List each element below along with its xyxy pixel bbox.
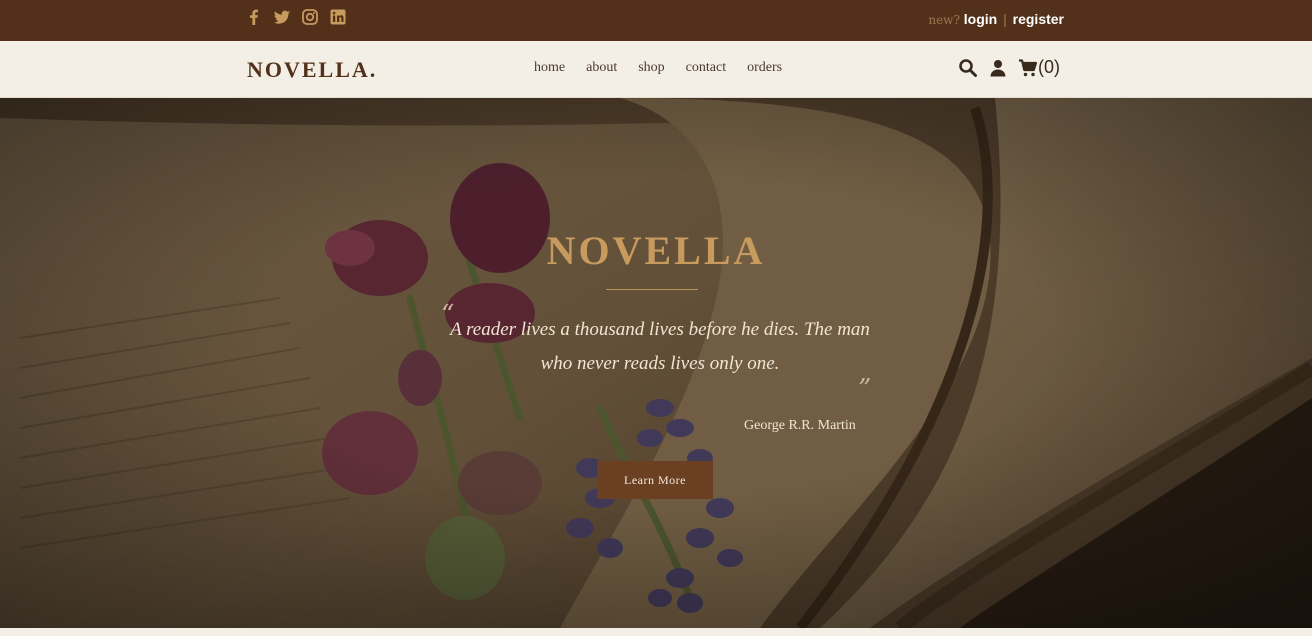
- cart-count: (0): [1038, 57, 1060, 77]
- instagram-icon[interactable]: [301, 8, 319, 26]
- linkedin-icon[interactable]: [329, 8, 347, 26]
- cart-button[interactable]: (0): [1018, 57, 1060, 78]
- site-logo[interactable]: NOVELLA.: [247, 57, 377, 83]
- auth-separator: |: [1003, 11, 1007, 27]
- nav-item-shop[interactable]: shop: [638, 60, 664, 76]
- nav-item-contact[interactable]: contact: [686, 60, 726, 76]
- hero-divider: [606, 289, 698, 290]
- login-link[interactable]: login: [964, 11, 997, 27]
- quote-author: George R.R. Martin: [744, 418, 856, 433]
- hero-quote: A reader lives a thousand lives before h…: [450, 319, 870, 374]
- quote-close-mark: ”: [858, 374, 872, 404]
- main-nav: NOVELLA. home about shop contact orders …: [0, 41, 1312, 98]
- nav-item-home[interactable]: home: [534, 60, 565, 76]
- social-links: [245, 8, 347, 26]
- cart-icon: [1019, 58, 1038, 76]
- nav-item-orders[interactable]: orders: [747, 60, 782, 76]
- new-user-label: new?: [928, 13, 960, 27]
- nav-item-about[interactable]: about: [586, 60, 617, 76]
- learn-more-button[interactable]: Learn More: [597, 461, 713, 499]
- facebook-icon[interactable]: [245, 8, 263, 26]
- hero-title: NOVELLA: [546, 228, 766, 273]
- search-icon[interactable]: [958, 58, 978, 78]
- twitter-icon[interactable]: [273, 8, 291, 26]
- user-icon[interactable]: [988, 58, 1008, 78]
- nav-tools: (0): [958, 57, 1060, 78]
- nav-menu: home about shop contact orders: [534, 60, 782, 76]
- register-link[interactable]: register: [1013, 11, 1064, 27]
- hero-banner: NOVELLA “ A reader lives a thousand live…: [0, 98, 1312, 628]
- top-bar: new? login | register: [0, 0, 1312, 41]
- page-bottom-edge: [0, 628, 1312, 636]
- auth-links: new? login | register: [928, 11, 1064, 27]
